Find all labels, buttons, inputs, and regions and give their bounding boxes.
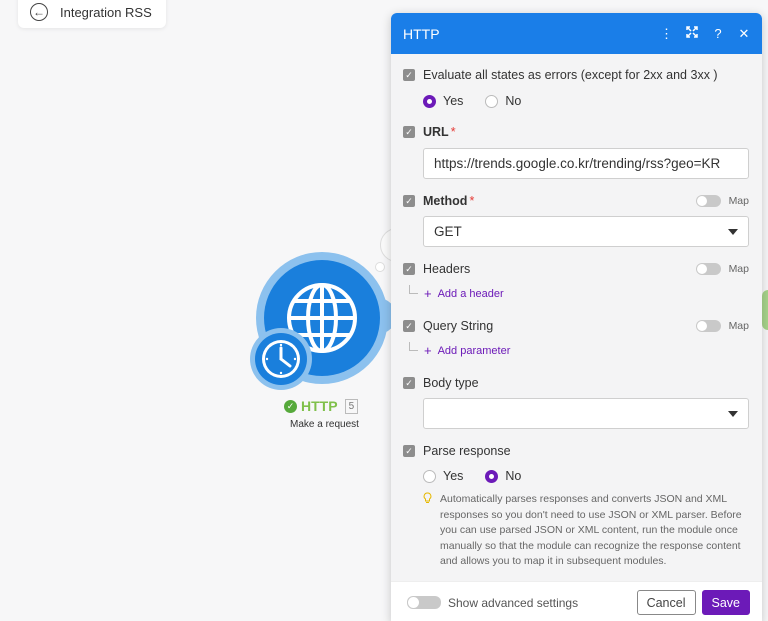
module-settings-panel: HTTP ⋮ ? ✕ ✓ Evaluate all states as erro… [391,13,762,621]
module-label: ✓ HTTP 5 [284,398,404,414]
plus-icon: + [424,286,432,301]
advanced-settings-toggle[interactable] [407,596,441,609]
evaluate-errors-no-label: No [505,94,522,108]
module-name: HTTP [301,398,338,414]
http-module-node[interactable]: ✓ HTTP 5 Make a request [250,228,414,440]
url-input[interactable]: https://trends.google.co.kr/trending/rss… [423,148,749,179]
url-field: ✓ URL * [403,125,749,139]
parse-response-yes-label: Yes [443,469,464,483]
clock-icon[interactable] [250,328,312,390]
evaluate-errors-options: Yes No [423,94,543,108]
parse-response-no-label: No [505,469,522,483]
more-vert-icon[interactable]: ⋮ [660,26,673,42]
evaluate-errors-yes-radio[interactable] [423,94,436,108]
query-string-map-toggle[interactable] [695,320,721,332]
check-circle-icon: ✓ [284,399,297,413]
method-select[interactable]: GET [423,216,749,247]
query-string-field: ✓ Query String Map [403,319,749,333]
url-value: https://trends.google.co.kr/trending/rss… [434,156,721,171]
parse-response-field: ✓ Parse response [403,444,749,458]
help-icon[interactable]: ? [712,26,724,41]
tree-connector [409,285,418,294]
url-label: URL [423,125,449,139]
query-string-checkbox[interactable]: ✓ [403,320,415,332]
add-parameter-link[interactable]: + Add parameter [409,342,511,358]
add-header-link[interactable]: + Add a header [409,285,504,301]
method-map-label: Map [728,195,749,207]
headers-label: Headers [423,262,471,276]
panel-title: HTTP [403,25,440,42]
cancel-button[interactable]: Cancel [636,590,696,615]
tree-connector [409,342,418,351]
body-type-label: Body type [423,376,479,390]
scenario-name: Integration RSS [60,4,152,20]
parse-response-checkbox[interactable]: ✓ [403,445,415,457]
parse-response-no-radio[interactable] [485,469,499,483]
arrow-left-icon: ← [30,3,48,21]
back-to-scenario[interactable]: ← Integration RSS [18,0,166,28]
parse-response-label: Parse response [423,444,511,458]
headers-map-toggle[interactable] [695,263,721,275]
module-subtitle: Make a request [290,419,359,430]
method-checkbox[interactable]: ✓ [403,195,415,207]
expand-icon[interactable] [686,26,698,41]
chevron-down-icon [728,228,738,235]
ghost-dot [375,262,385,272]
required-marker: * [450,125,456,139]
add-header-label: Add a header [437,287,504,300]
url-checkbox[interactable]: ✓ [403,126,415,138]
edge-handle[interactable] [762,290,768,330]
required-marker: * [469,194,475,208]
evaluate-errors-no-radio[interactable] [485,94,499,108]
query-string-map-label: Map [728,320,749,332]
advanced-settings-label: Show advanced settings [448,595,579,610]
lightbulb-icon [423,492,432,570]
evaluate-errors-checkbox[interactable]: ✓ [403,69,415,81]
evaluate-errors-field: ✓ Evaluate all states as errors (except … [403,68,749,82]
headers-field: ✓ Headers Map [403,262,749,276]
headers-checkbox[interactable]: ✓ [403,263,415,275]
parse-response-options: Yes No [423,469,543,483]
method-label: Method [423,194,468,208]
body-type-field: ✓ Body type [403,376,749,390]
panel-footer: Show advanced settings Cancel Save [391,581,762,621]
chevron-down-icon [728,410,738,417]
headers-map-label: Map [728,263,749,275]
query-string-label: Query String [423,319,494,333]
add-parameter-label: Add parameter [437,344,511,357]
parse-response-hint: Automatically parses responses and conve… [423,492,743,570]
parse-response-yes-radio[interactable] [423,469,436,483]
close-icon[interactable]: ✕ [738,26,750,42]
plus-icon: + [424,343,432,358]
module-id-badge: 5 [344,398,359,414]
parse-response-hint-text: Automatically parses responses and conve… [440,493,742,567]
panel-header: HTTP ⋮ ? ✕ [391,13,762,54]
body-type-checkbox[interactable]: ✓ [403,377,415,389]
evaluate-errors-label: Evaluate all states as errors (except fo… [423,68,718,82]
panel-body: ✓ Evaluate all states as errors (except … [391,54,762,581]
evaluate-errors-yes-label: Yes [443,94,464,108]
save-button[interactable]: Save [701,590,750,615]
body-type-select[interactable] [423,398,749,429]
method-field: ✓ Method * Map [403,194,749,208]
method-map-toggle[interactable] [695,195,721,207]
method-value: GET [434,224,462,239]
